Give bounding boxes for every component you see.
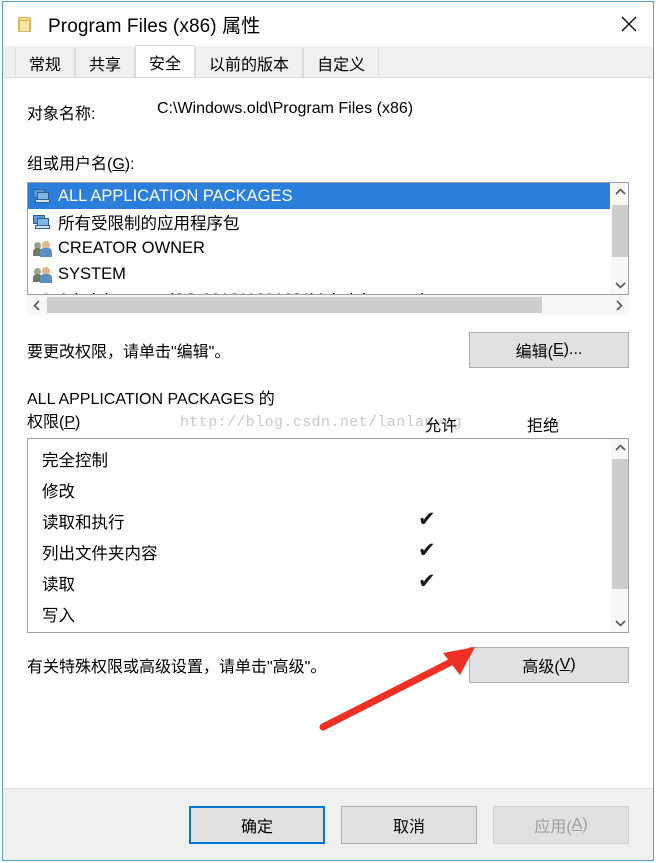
user-group-icon: [33, 240, 52, 257]
security-tab-panel: 对象名称: C:\Windows.old\Program Files (x86)…: [3, 78, 653, 788]
column-header-allow: 允许: [425, 418, 458, 435]
app-package-icon: [33, 214, 52, 231]
list-item-label: Administrators (SC-201611091631\Administ…: [58, 291, 426, 295]
permissions-title-pre: 权限(: [27, 414, 65, 431]
groups-hscroll-thumb[interactable]: [47, 297, 542, 313]
edit-hint-row: 要更改权限，请单击"编辑"。 编辑(E)...: [27, 332, 629, 368]
groups-horizontal-scrollbar[interactable]: [27, 295, 629, 315]
permissions-title-accel: P: [64, 414, 76, 431]
permissions-vertical-scrollbar[interactable]: [610, 439, 628, 632]
permissions-list[interactable]: 完全控制 修改 读取和执行 ✔ 列出文件夹内容 ✔ 读取 ✔ 写入: [28, 439, 610, 632]
tab-general[interactable]: 常规: [15, 47, 76, 77]
object-name-label: 对象名称:: [27, 106, 96, 123]
permissions-list-box[interactable]: 完全控制 修改 读取和执行 ✔ 列出文件夹内容 ✔ 读取 ✔ 写入: [27, 438, 629, 633]
user-group-icon: [33, 292, 52, 294]
tab-previous-versions[interactable]: 以前的版本: [195, 47, 304, 77]
permission-name: 修改: [42, 482, 75, 501]
tab-security[interactable]: 安全: [135, 45, 196, 77]
groups-scrollbar-thumb[interactable]: [612, 205, 628, 257]
apply-button-accel: A: [571, 815, 583, 833]
permission-name: 读取和执行: [42, 513, 125, 532]
groups-section-label: 组或用户名(G):: [27, 150, 629, 174]
user-group-icon: [33, 266, 52, 283]
scroll-up-icon[interactable]: [611, 183, 628, 201]
list-item[interactable]: CREATOR OWNER: [28, 235, 610, 261]
groups-hscroll-track[interactable]: [47, 297, 609, 313]
list-item[interactable]: Administrators (SC-201611091631\Administ…: [28, 287, 610, 294]
permission-name: 写入: [42, 606, 75, 625]
table-row[interactable]: 列出文件夹内容 ✔: [28, 536, 610, 567]
tab-customize[interactable]: 自定义: [303, 47, 380, 77]
groups-list-box[interactable]: ALL APPLICATION PACKAGES 所有受限制的应用程序包 CRE…: [27, 182, 629, 295]
permission-name: 读取: [42, 575, 75, 594]
edit-button-accel: E: [553, 341, 564, 358]
scroll-down-icon[interactable]: [611, 276, 628, 294]
title-bar: Program Files (x86) 属性: [3, 2, 653, 46]
table-row[interactable]: 写入: [28, 598, 610, 629]
advanced-button-label-pre: 高级(: [522, 659, 560, 676]
object-name-row: 对象名称: C:\Windows.old\Program Files (x86): [27, 100, 629, 124]
watermark-text: http://blog.csdn.net/lanlanyug: [180, 414, 463, 431]
tab-sharing-label: 共享: [89, 56, 122, 74]
list-item-label: CREATOR OWNER: [58, 238, 205, 257]
advanced-button[interactable]: 高级(V): [469, 647, 629, 683]
scroll-down-icon[interactable]: [611, 614, 628, 632]
permissions-scrollbar-thumb[interactable]: [612, 459, 628, 589]
properties-dialog: Program Files (x86) 属性 常规 共享 安全 以前的版本 自定…: [2, 1, 654, 861]
folder-icon: [16, 14, 34, 34]
apply-button[interactable]: 应用(A): [493, 805, 629, 844]
groups-label-pre: 组或用户名(: [27, 156, 113, 173]
advanced-hint-text: 有关特殊权限或高级设置，请单击"高级"。: [27, 659, 327, 676]
tab-strip: 常规 共享 安全 以前的版本 自定义: [3, 45, 653, 78]
apply-button-label-post: ): [582, 815, 588, 833]
apply-button-label-pre: 应用(: [534, 818, 572, 836]
advanced-hint-row: 有关特殊权限或高级设置，请单击"高级"。 高级(V): [27, 647, 629, 731]
groups-vertical-scrollbar[interactable]: [610, 183, 628, 294]
tab-general-label: 常规: [29, 56, 62, 74]
edit-button-label-pre: 编辑(: [515, 344, 553, 361]
groups-label-key: G: [112, 156, 125, 173]
list-item[interactable]: SYSTEM: [28, 261, 610, 287]
list-item-label: SYSTEM: [58, 264, 126, 283]
ok-button[interactable]: 确定: [189, 805, 325, 844]
groups-list[interactable]: ALL APPLICATION PACKAGES 所有受限制的应用程序包 CRE…: [28, 183, 610, 294]
advanced-button-accel: V: [559, 656, 571, 673]
scroll-left-icon[interactable]: [27, 295, 47, 315]
permissions-header: ALL APPLICATION PACKAGES 的 权限(P) http://…: [27, 388, 629, 436]
list-item-label: 所有受限制的应用程序包: [58, 215, 240, 233]
table-row[interactable]: 完全控制: [28, 443, 610, 474]
tab-previous-versions-label: 以前的版本: [209, 56, 290, 74]
cancel-button[interactable]: 取消: [341, 805, 477, 844]
tab-sharing[interactable]: 共享: [75, 47, 136, 77]
permission-name: 列出文件夹内容: [42, 544, 158, 563]
scroll-up-icon[interactable]: [611, 439, 628, 457]
table-row[interactable]: 修改: [28, 474, 610, 505]
close-icon[interactable]: [605, 2, 653, 45]
edit-hint-text: 要更改权限，请单击"编辑"。: [27, 344, 231, 361]
advanced-button-label-post: ): [570, 656, 576, 673]
permission-name: 完全控制: [42, 451, 108, 470]
scroll-right-icon[interactable]: [609, 295, 629, 315]
app-package-icon: [33, 188, 52, 205]
table-row[interactable]: 读取 ✔: [28, 567, 610, 598]
allow-checkmark-icon[interactable]: ✔: [418, 540, 436, 562]
dialog-footer: 确定 取消 应用(A): [3, 788, 653, 860]
edit-button-label-post: )...: [563, 341, 583, 358]
list-item[interactable]: 所有受限制的应用程序包: [28, 209, 610, 235]
list-item[interactable]: ALL APPLICATION PACKAGES: [28, 183, 610, 209]
permissions-title-post: ): [75, 414, 81, 431]
edit-button[interactable]: 编辑(E)...: [469, 332, 629, 368]
object-name-value: C:\Windows.old\Program Files (x86): [157, 100, 414, 117]
allow-checkmark-icon[interactable]: ✔: [418, 571, 436, 593]
column-header-deny: 拒绝: [527, 418, 560, 435]
list-item-label: ALL APPLICATION PACKAGES: [58, 186, 293, 205]
tab-customize-label: 自定义: [317, 56, 366, 74]
table-row[interactable]: 读取和执行 ✔: [28, 505, 610, 536]
groups-label-post: ):: [124, 156, 135, 173]
tab-security-label: 安全: [149, 55, 182, 73]
permissions-title-line1: ALL APPLICATION PACKAGES 的: [27, 391, 275, 408]
allow-checkmark-icon[interactable]: ✔: [418, 509, 436, 531]
window-title: Program Files (x86) 属性: [48, 15, 261, 37]
